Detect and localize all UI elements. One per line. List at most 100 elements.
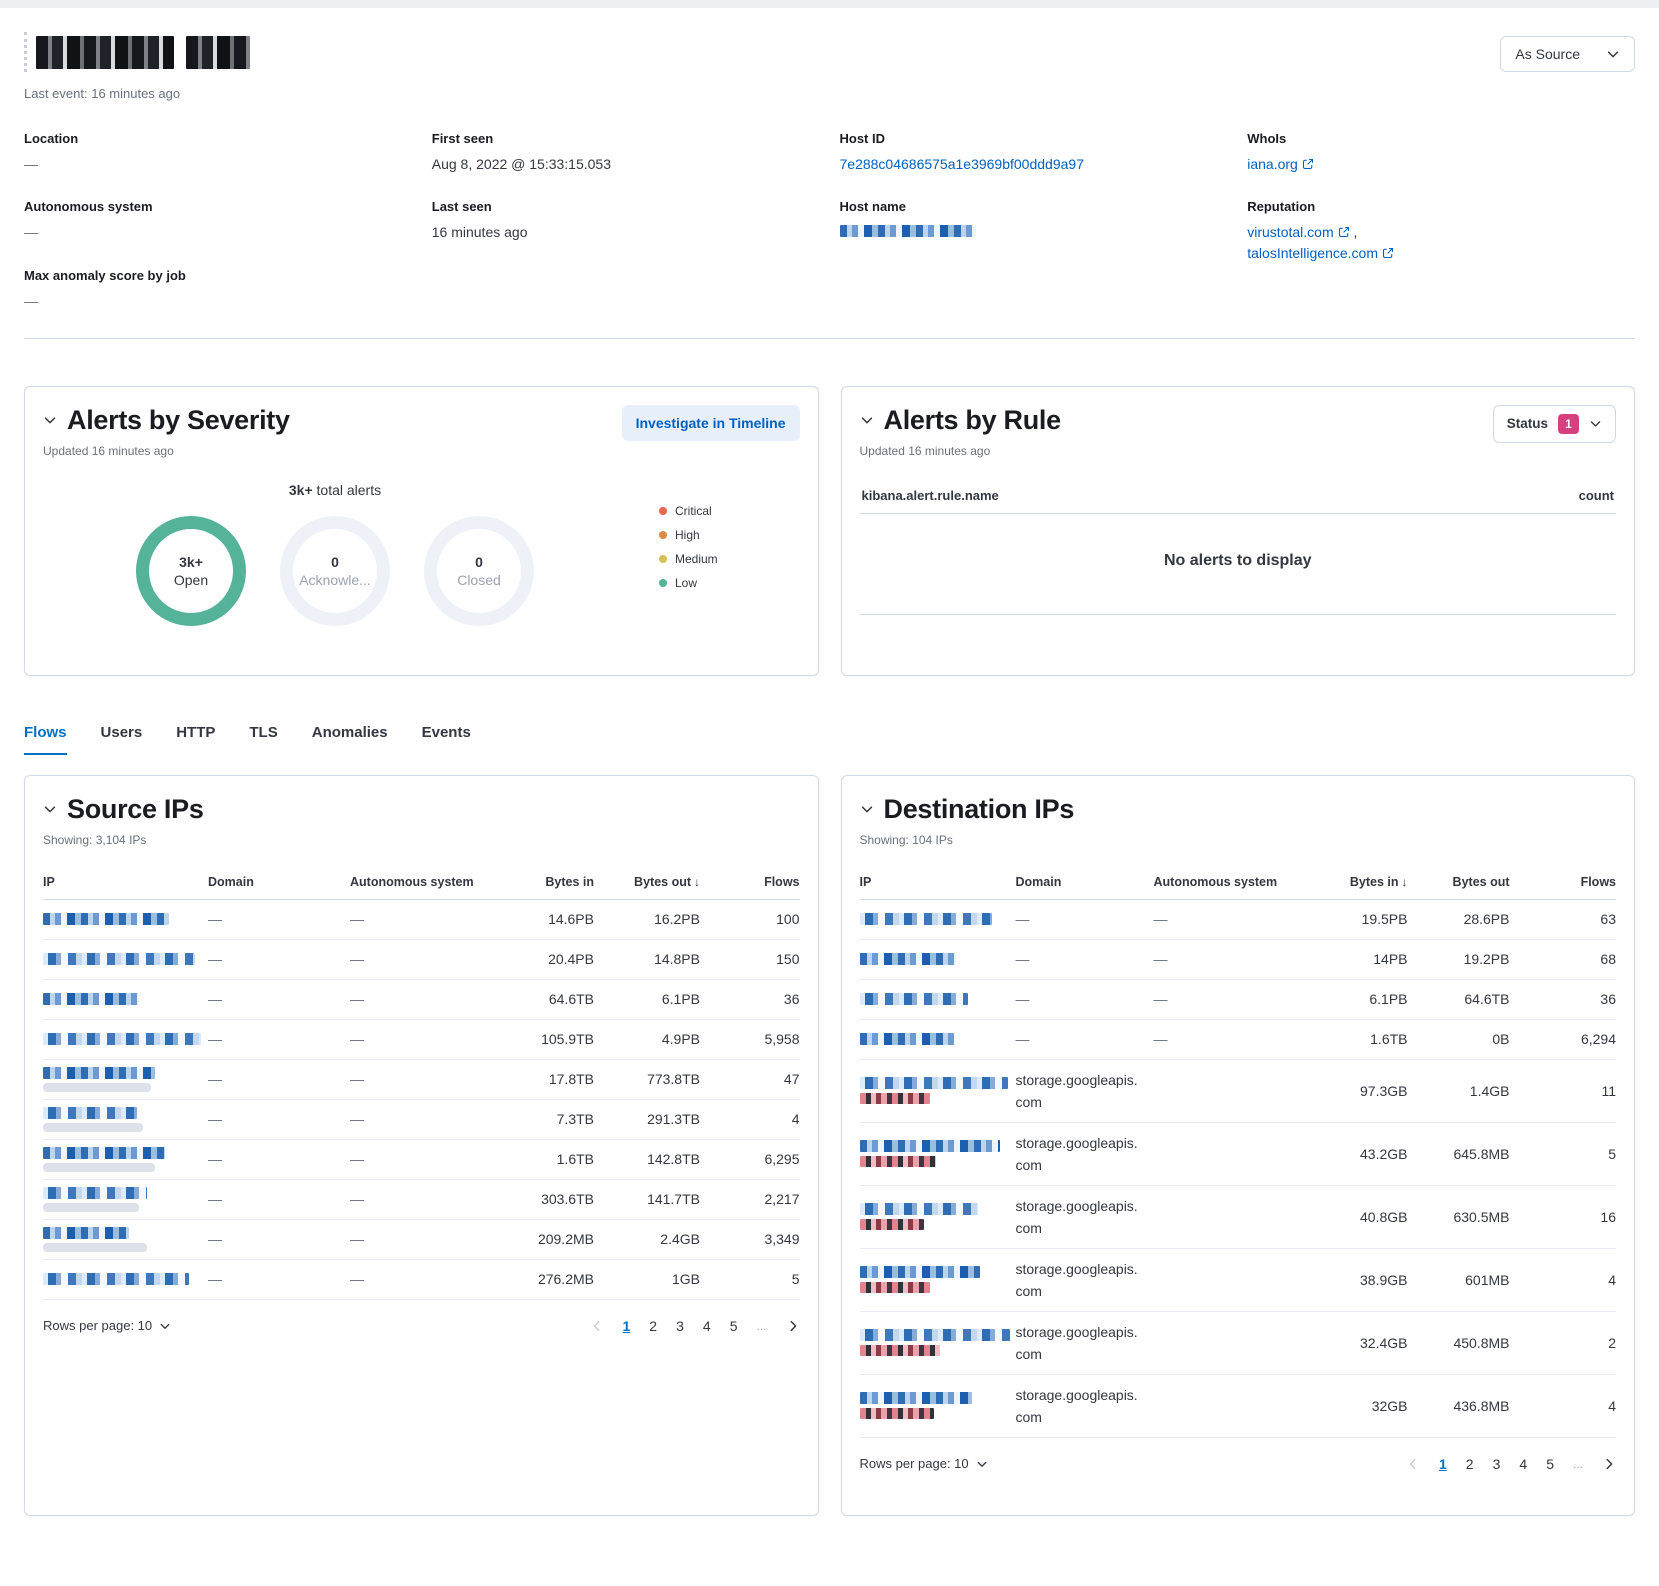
redacted-ip[interactable] [43, 1187, 147, 1199]
rows-per-page-selector[interactable]: Rows per page: 10 [43, 1318, 171, 1333]
page-header: Last event: 16 minutes ago As Source [24, 32, 1635, 101]
field-max-anomaly-score: Max anomaly score by job — [24, 268, 412, 311]
rows-per-page-selector[interactable]: Rows per page: 10 [860, 1456, 988, 1471]
legend-dot-critical [659, 507, 667, 515]
table-row: storage.googleapis.com 38.9GB 601MB 4 [860, 1249, 1617, 1312]
pagination-ellipsis: ... [756, 1319, 766, 1333]
virustotal-link[interactable]: virustotal.com [1247, 224, 1333, 240]
field-host-name: Host name [840, 199, 1228, 242]
collapse-chevron-icon[interactable] [43, 802, 57, 816]
field-autonomous-system: Autonomous system — [24, 199, 412, 242]
chevron-down-icon [976, 1458, 988, 1470]
page-number[interactable]: 1 [623, 1318, 631, 1334]
redacted-text [43, 1083, 151, 1092]
redacted-ip[interactable] [860, 913, 992, 925]
redacted-ip[interactable] [860, 953, 956, 965]
whois-link[interactable]: iana.org [1247, 156, 1298, 172]
redacted-text [43, 1163, 155, 1172]
talos-link[interactable]: talosIntelligence.com [1247, 245, 1378, 261]
redacted-ip[interactable] [43, 1273, 189, 1285]
table-row: — — 6.1PB 64.6TB 36 [860, 980, 1617, 1020]
redacted-ip[interactable] [860, 1329, 1010, 1341]
as-source-label: As Source [1515, 46, 1580, 62]
redacted-ip[interactable] [860, 1140, 1000, 1152]
collapse-chevron-icon[interactable] [43, 413, 57, 427]
next-page-icon[interactable] [1602, 1457, 1616, 1471]
table-row: — — 7.3TB 291.3TB 4 [43, 1100, 800, 1140]
redacted-ip[interactable] [43, 1227, 129, 1239]
page-number[interactable]: 2 [649, 1318, 657, 1334]
table-row: — — 105.9TB 4.9PB 5,958 [43, 1020, 800, 1060]
redacted-host-name[interactable] [840, 225, 976, 237]
alerts-by-severity-panel: Alerts by Severity Updated 16 minutes ag… [24, 386, 819, 676]
tab-flows[interactable]: Flows [24, 724, 67, 755]
legend-dot-low [659, 579, 667, 587]
redacted-text [43, 1203, 139, 1212]
collapse-chevron-icon[interactable] [860, 413, 874, 427]
severity-legend: Critical High Medium Low [659, 504, 718, 590]
page-number[interactable]: 3 [676, 1318, 684, 1334]
donut-acknowledged[interactable]: 0 Acknowle... [280, 516, 390, 626]
page-number[interactable]: 1 [1439, 1456, 1447, 1472]
chevron-down-icon [1589, 417, 1602, 430]
tab-anomalies[interactable]: Anomalies [312, 724, 388, 755]
legend-dot-medium [659, 555, 667, 563]
page-number[interactable]: 5 [730, 1318, 738, 1334]
table-row: — — 276.2MB 1GB 5 [43, 1260, 800, 1300]
redacted-ip[interactable] [860, 1392, 972, 1404]
donut-open[interactable]: 3k+ Open [136, 516, 246, 626]
count-column: count [1579, 488, 1614, 503]
tab-tls[interactable]: TLS [249, 724, 277, 755]
table-row: — — 64.6TB 6.1PB 36 [43, 980, 800, 1020]
collapse-chevron-icon[interactable] [860, 802, 874, 816]
redacted-ip[interactable] [860, 993, 968, 1005]
as-source-select[interactable]: As Source [1500, 36, 1635, 72]
table-header: IP Domain Autonomous system Bytes in↓ By… [860, 875, 1617, 900]
redacted-ip[interactable] [43, 993, 139, 1005]
redacted-ip[interactable] [860, 1266, 980, 1278]
redacted-ip[interactable] [860, 1203, 978, 1215]
page-number[interactable]: 3 [1493, 1456, 1501, 1472]
tab-users[interactable]: Users [101, 724, 143, 755]
table-row: storage.googleapis.com 97.3GB 1.4GB 11 [860, 1060, 1617, 1123]
previous-page-icon[interactable] [590, 1319, 604, 1333]
redacted-ip[interactable] [43, 953, 195, 965]
redacted-ip[interactable] [860, 1077, 1008, 1089]
tab-http[interactable]: HTTP [176, 724, 215, 755]
external-link-icon [1338, 226, 1350, 238]
table-row: — — 209.2MB 2.4GB 3,349 [43, 1220, 800, 1260]
redacted-title-segment [186, 36, 250, 69]
rule-name-column: kibana.alert.rule.name [862, 488, 999, 503]
panel-title-text: Alerts by Rule [884, 405, 1061, 436]
page-number[interactable]: 4 [703, 1318, 711, 1334]
pagination-ellipsis: ... [1573, 1457, 1583, 1471]
last-event-text: Last event: 16 minutes ago [24, 86, 250, 101]
investigate-in-timeline-button[interactable]: Investigate in Timeline [622, 405, 800, 441]
redacted-ip[interactable] [860, 1033, 954, 1045]
showing-count-text: Showing: 3,104 IPs [43, 833, 204, 847]
redacted-text [860, 1156, 936, 1167]
redacted-ip[interactable] [43, 1147, 165, 1159]
donut-closed[interactable]: 0 Closed [424, 516, 534, 626]
redacted-text [43, 1123, 143, 1132]
status-filter-button[interactable]: Status 1 [1493, 405, 1616, 443]
tab-events[interactable]: Events [422, 724, 471, 755]
redacted-ip[interactable] [43, 1033, 201, 1045]
legend-dot-high [659, 531, 667, 539]
redacted-ip[interactable] [43, 1067, 155, 1079]
table-row: storage.googleapis.com 32GB 436.8MB 4 [860, 1375, 1617, 1438]
field-reputation: Reputation virustotal.com , talosIntelli… [1247, 199, 1635, 263]
page-number[interactable]: 4 [1519, 1456, 1527, 1472]
redacted-text [860, 1282, 930, 1293]
next-page-icon[interactable] [786, 1319, 800, 1333]
page-number[interactable]: 5 [1546, 1456, 1554, 1472]
field-whois: WhoIs iana.org [1247, 131, 1635, 174]
chevron-down-icon [1606, 47, 1620, 61]
host-id-link[interactable]: 7e288c04686575a1e3969bf00ddd9a97 [840, 156, 1084, 172]
redacted-ip[interactable] [43, 913, 169, 925]
previous-page-icon[interactable] [1406, 1457, 1420, 1471]
page-number[interactable]: 2 [1466, 1456, 1474, 1472]
no-alerts-message: No alerts to display [860, 514, 1617, 615]
redacted-ip[interactable] [43, 1107, 137, 1119]
redacted-text [860, 1093, 930, 1104]
